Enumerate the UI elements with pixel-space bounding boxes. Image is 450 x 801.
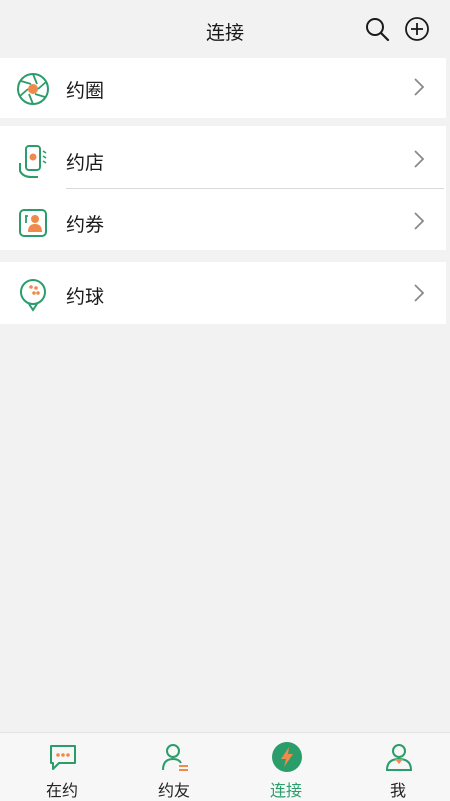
menu-item-yuequan-coupon[interactable]: 约券 [0,192,446,252]
menu-item-yuequan[interactable]: 约圈 [0,58,446,118]
menu-item-yuedian[interactable]: 约店 [0,130,446,190]
plus-circle-icon [405,17,429,41]
search-icon [366,18,390,42]
top-bar: 连接 [0,0,450,58]
menu-item-label: 约店 [66,152,105,174]
add-button[interactable] [402,14,432,44]
tab-yueyou[interactable]: 约友 [118,733,230,801]
tab-lianjie[interactable]: 连接 [230,733,342,801]
tab-wo[interactable]: 我 [342,733,450,801]
friend-icon [162,744,188,771]
connect-bolt-icon [272,742,302,772]
tab-zaiyue[interactable]: 在约 [6,733,118,801]
tab-label: 我 [389,781,406,800]
chevron-right-icon [414,212,425,230]
menu-item-label: 约圈 [66,80,105,102]
menu-group-golf: 约球 [0,262,446,324]
chevron-right-icon [414,78,425,96]
menu-group-circle: 约圈 [0,58,446,118]
menu-item-label: 约券 [66,214,105,236]
bottom-tab-bar: 在约 约友 连接 我 [0,732,450,801]
golf-ball-icon [20,279,46,312]
user-icon [385,744,413,771]
coupon-icon [19,209,47,237]
chat-bubble-icon [50,745,76,770]
chevron-right-icon [414,150,425,168]
tab-label: 在约 [45,781,78,800]
search-button[interactable] [362,14,392,44]
menu-item-label: 约球 [66,286,105,308]
tab-label: 约友 [157,781,190,800]
chevron-right-icon [414,284,425,302]
phone-hand-icon [19,145,47,178]
shutter-icon [17,73,49,105]
menu-group-store: 约店 约券 [0,126,446,250]
menu-item-yueqiu[interactable]: 约球 [0,264,446,324]
tab-label: 连接 [269,781,302,800]
row-divider [66,188,444,189]
